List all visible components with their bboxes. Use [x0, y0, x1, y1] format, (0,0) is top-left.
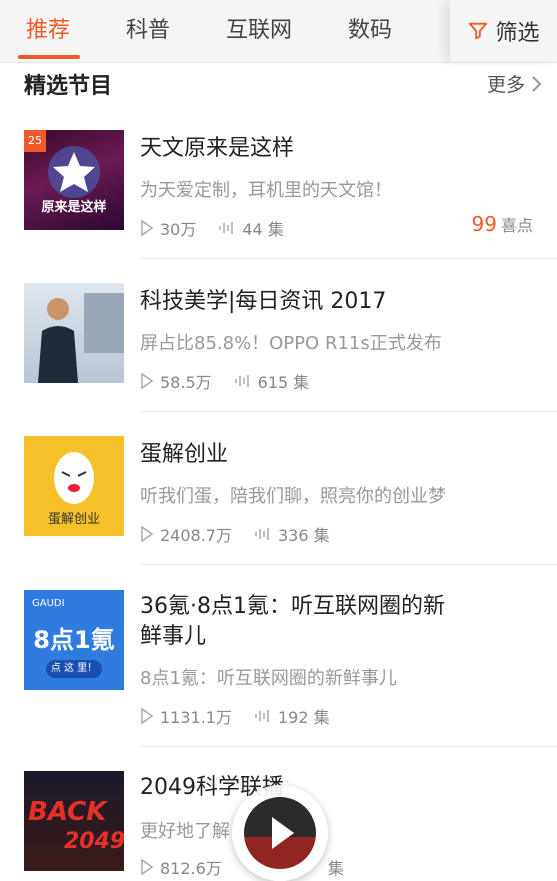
- play-count: 30万: [160, 220, 197, 239]
- active-tab-indicator: [18, 55, 80, 59]
- item-subtitle: 更好地了解: [140, 821, 230, 842]
- tab-internet[interactable]: 互联网: [226, 0, 292, 62]
- divider: [140, 258, 557, 259]
- item-title: 2049科学联播: [140, 775, 284, 800]
- divider: [140, 564, 557, 565]
- item-meta: 2408.7万 336 集: [140, 522, 330, 546]
- item-title-line1: 36氪·8点1氪：听互联网圈的新: [140, 594, 445, 619]
- play-count: 812.6万: [160, 859, 222, 878]
- item-title: 蛋解创业: [140, 442, 229, 467]
- play-count: 2408.7万: [160, 526, 232, 545]
- item-meta: 58.5万 615 集: [140, 369, 309, 393]
- list-item[interactable]: 科技美学|每日资讯 2017 屏占比85.8%！OPPO R11s正式发布 58…: [0, 283, 557, 413]
- divider: [140, 411, 557, 412]
- cover-brand: GAUDI: [32, 598, 65, 609]
- cover-image: [24, 283, 124, 383]
- filter-icon: [469, 22, 488, 40]
- item-meta: 1131.1万 192 集: [140, 704, 330, 728]
- tab-popular-science[interactable]: 科普: [126, 0, 170, 62]
- play-icon: [141, 708, 154, 724]
- likes-label: 喜点: [500, 216, 533, 235]
- play-count: 58.5万: [160, 373, 212, 392]
- more-link[interactable]: 更多: [487, 70, 543, 97]
- play-icon: [244, 817, 316, 869]
- play-icon: [141, 526, 154, 542]
- item-subtitle: 为天爱定制，耳机里的天文馆！: [140, 180, 392, 201]
- section-title: 精选节目: [24, 74, 113, 99]
- cover-image: 蛋解创业: [24, 436, 124, 536]
- item-subtitle: 屏占比85.8%！OPPO R11s正式发布: [140, 333, 442, 354]
- top-tab-bar: 推荐 科普 互联网 数码 筛选: [0, 0, 557, 63]
- more-label: 更多: [486, 74, 525, 96]
- item-title: 科技美学|每日资讯 2017: [140, 289, 387, 314]
- audio-wave-icon: [255, 710, 269, 722]
- cover-image: BACK 2049: [24, 771, 124, 871]
- item-subtitle: 8点1氪：听互联网圈的新鲜事儿: [140, 668, 397, 689]
- cover-image: GAUDI 8点1氪 点 这 里！: [24, 590, 124, 690]
- star-icon: [48, 146, 100, 198]
- item-title: 天文原来是这样: [140, 136, 295, 161]
- play-count: 1131.1万: [160, 708, 232, 727]
- tab-digital[interactable]: 数码: [348, 0, 392, 62]
- filter-button[interactable]: 筛选: [450, 0, 557, 62]
- cover-big-text: 8点1氪: [33, 626, 115, 654]
- likes: 99 喜点: [472, 212, 533, 236]
- episode-count: 336 集: [278, 526, 330, 545]
- cover-text-2: 2049: [64, 829, 124, 854]
- tab-recommend[interactable]: 推荐: [26, 0, 70, 62]
- mini-player-button[interactable]: [232, 785, 328, 881]
- episode-count: 615 集: [257, 373, 310, 392]
- cover-text: 蛋解创业: [47, 512, 100, 527]
- item-title-line2: 鲜事儿: [140, 624, 207, 649]
- likes-count: 99: [471, 212, 497, 236]
- cover-text-1: BACK: [28, 797, 107, 827]
- list-item[interactable]: 25 原来是这样 天文原来是这样 为天爱定制，耳机里的天文馆！ 30万 44 集…: [0, 130, 557, 260]
- divider: [140, 746, 557, 747]
- cover-image: 25 原来是这样: [24, 130, 124, 230]
- audio-wave-icon: [255, 528, 269, 540]
- filter-label: 筛选: [495, 21, 540, 46]
- play-icon: [141, 220, 154, 236]
- player-artwork: [244, 797, 316, 869]
- cover-text: 原来是这样: [41, 200, 107, 215]
- episode-count: 192 集: [278, 708, 330, 727]
- audio-wave-icon: [219, 222, 234, 234]
- list-item[interactable]: GAUDI 8点1氪 点 这 里！ 36氪·8点1氪：听互联网圈的新 鲜事儿 8…: [0, 590, 557, 748]
- list-item[interactable]: 蛋解创业 蛋解创业 听我们蛋，陪我们聊，照亮你的创业梦 2408.7万 336 …: [0, 436, 557, 566]
- item-subtitle: 听我们蛋，陪我们聊，照亮你的创业梦: [140, 486, 446, 507]
- play-icon: [141, 373, 154, 389]
- play-icon: [141, 859, 154, 875]
- episode-count: 44 集: [242, 220, 284, 239]
- item-title: 36氪·8点1氪：听互联网圈的新 鲜事儿: [140, 592, 500, 652]
- item-meta: 30万 44 集: [140, 216, 284, 240]
- cover-button: 点 这 里！: [46, 660, 102, 678]
- episode-count: 集: [327, 859, 344, 878]
- audio-wave-icon: [234, 375, 249, 387]
- chevron-right-icon: [532, 75, 542, 92]
- person-photo-icon: [38, 293, 124, 383]
